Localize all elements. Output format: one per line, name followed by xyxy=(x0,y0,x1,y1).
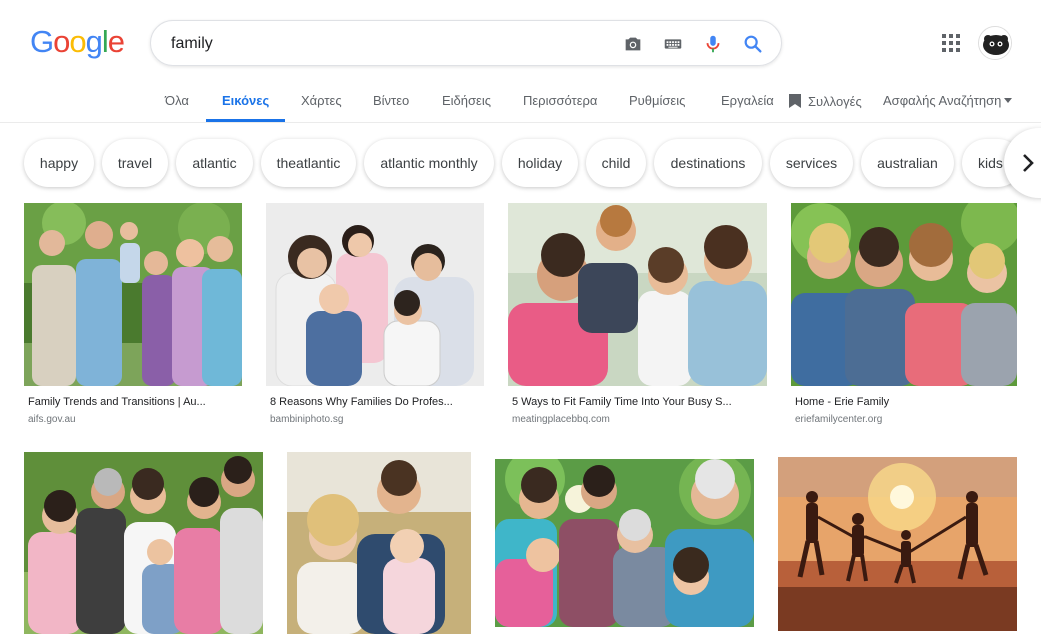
bookmark-icon xyxy=(789,94,801,108)
result-image-7[interactable] xyxy=(495,459,754,627)
logo-letter: o xyxy=(53,24,70,59)
result-source-2: bambiniphoto.sg xyxy=(270,414,344,425)
logo-letter: g xyxy=(85,24,103,59)
result-image-5[interactable] xyxy=(24,452,263,634)
tab-images[interactable]: Εικόνες xyxy=(222,93,269,108)
chip-happy[interactable]: happy xyxy=(24,139,94,187)
tab-maps[interactable]: Χάρτες xyxy=(301,93,342,108)
search-icon[interactable] xyxy=(741,32,765,56)
google-logo[interactable]: Google xyxy=(30,24,125,59)
camera-icon[interactable] xyxy=(621,32,645,56)
result-title-3[interactable]: 5 Ways to Fit Family Time Into Your Busy… xyxy=(512,396,764,408)
logo-letter: e xyxy=(107,24,125,59)
result-title-4[interactable]: Home - Erie Family xyxy=(795,396,1013,408)
tab-tools[interactable]: Εργαλεία xyxy=(721,93,774,108)
chip-australian[interactable]: australian xyxy=(861,139,954,187)
result-title-2[interactable]: 8 Reasons Why Families Do Profes... xyxy=(270,396,480,408)
chips-next-button[interactable] xyxy=(1004,128,1041,198)
chevron-right-icon xyxy=(1023,154,1034,172)
apps-icon[interactable] xyxy=(941,33,961,53)
result-image-6[interactable] xyxy=(287,452,471,634)
tab-settings[interactable]: Ρυθμίσεις xyxy=(629,93,685,108)
tab-videos[interactable]: Βίντεο xyxy=(373,93,409,108)
chip-child[interactable]: child xyxy=(586,139,646,187)
result-image-3[interactable] xyxy=(508,203,767,386)
chip-theatlantic[interactable]: theatlantic xyxy=(261,139,356,187)
result-image-1[interactable] xyxy=(24,203,242,386)
safe-search-dropdown[interactable]: Ασφαλής Αναζήτηση xyxy=(883,93,1013,108)
search-box xyxy=(150,20,782,66)
chip-destinations[interactable]: destinations xyxy=(654,139,762,187)
keyboard-icon[interactable] xyxy=(661,32,685,56)
dropdown-arrow-icon xyxy=(1004,98,1013,103)
chip-travel[interactable]: travel xyxy=(102,139,168,187)
chip-services[interactable]: services xyxy=(770,139,853,187)
result-image-4[interactable] xyxy=(791,203,1017,386)
safe-search-label: Ασφαλής Αναζήτηση xyxy=(883,93,1002,108)
chip-atlantic[interactable]: atlantic xyxy=(176,139,253,187)
mic-icon[interactable] xyxy=(701,32,725,56)
result-source-3: meatingplacebbq.com xyxy=(512,414,610,425)
logo-letter: o xyxy=(69,24,86,59)
logo-letter: G xyxy=(30,24,54,59)
chip-holiday[interactable]: holiday xyxy=(502,139,578,187)
avatar[interactable] xyxy=(978,26,1012,60)
tab-news[interactable]: Ειδήσεις xyxy=(442,93,491,108)
search-input[interactable] xyxy=(171,33,611,55)
result-image-2[interactable] xyxy=(266,203,484,386)
tab-collections-label: Συλλογές xyxy=(808,93,862,109)
result-source-1: aifs.gov.au xyxy=(28,414,76,425)
active-tab-indicator xyxy=(206,119,285,122)
chip-atlantic-monthly[interactable]: atlantic monthly xyxy=(364,139,494,187)
search-tabs: Όλα Εικόνες Χάρτες Βίντεο Ειδήσεις Περισ… xyxy=(0,80,1041,123)
result-source-4: eriefamilycenter.org xyxy=(795,414,883,425)
tab-all[interactable]: Όλα xyxy=(165,93,189,108)
result-image-8[interactable] xyxy=(778,457,1017,631)
result-title-1[interactable]: Family Trends and Transitions | Au... xyxy=(28,396,238,408)
tab-collections[interactable]: Συλλογές xyxy=(788,93,862,109)
tab-more[interactable]: Περισσότερα xyxy=(523,93,597,108)
